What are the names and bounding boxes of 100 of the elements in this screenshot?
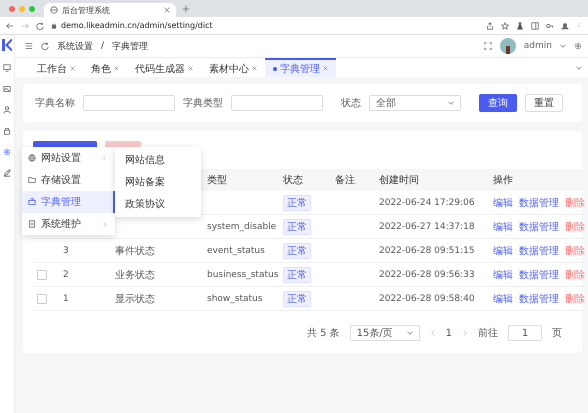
goto-field[interactable]: 1 xyxy=(508,325,542,341)
document-icon xyxy=(28,220,36,228)
submenu-item[interactable]: 政策协议 xyxy=(115,193,201,215)
chevron-left-icon xyxy=(430,330,436,336)
menu-item[interactable]: 字典管理 xyxy=(22,191,115,213)
avatar[interactable] xyxy=(500,38,516,54)
status-select[interactable]: 全部 xyxy=(369,95,461,111)
action-link[interactable]: 数据管理 xyxy=(519,220,559,234)
status-tag: 正常 xyxy=(283,290,311,306)
fullscreen-icon xyxy=(484,42,492,50)
chevron-down-icon xyxy=(448,100,454,106)
image-icon xyxy=(3,85,11,93)
submenu-item[interactable]: 网站信息 xyxy=(115,149,201,171)
monitor-icon xyxy=(3,64,11,72)
action-link[interactable]: 编辑 xyxy=(493,220,513,234)
url-text[interactable]: demo.likeadmin.cn/admin/setting/dict xyxy=(61,21,213,30)
status-tag: 正常 xyxy=(283,194,311,210)
delete-link[interactable]: 删除 xyxy=(565,244,585,258)
field-label: 状态 xyxy=(341,96,361,110)
delete-link[interactable]: 删除 xyxy=(565,196,585,210)
delete-link[interactable]: 删除 xyxy=(565,292,585,306)
action-link[interactable]: 编辑 xyxy=(493,244,513,258)
table-cell: event_status xyxy=(203,239,279,263)
close-icon xyxy=(188,66,193,71)
active-dot-icon xyxy=(273,66,277,70)
close-icon xyxy=(323,66,328,71)
action-link[interactable]: 数据管理 xyxy=(519,268,559,282)
flask-icon xyxy=(516,22,524,30)
table-cell: 2022-06-28 09:56:33 xyxy=(375,263,489,287)
row-checkbox[interactable] xyxy=(37,294,47,304)
delete-link[interactable]: 删除 xyxy=(565,220,585,234)
table-cell: 3 xyxy=(59,239,111,263)
page-unit: 页 xyxy=(552,327,562,340)
reload-icon xyxy=(36,22,44,30)
column-header: 创建时间 xyxy=(375,169,489,191)
status-tag: 正常 xyxy=(283,218,311,234)
page-size-select[interactable]: 15条/页 xyxy=(350,325,420,341)
action-link[interactable]: 编辑 xyxy=(493,196,513,210)
action-link[interactable]: 编辑 xyxy=(493,268,513,282)
table-cell: 2 xyxy=(59,263,111,287)
more-icon xyxy=(576,22,582,28)
settings-icon xyxy=(3,148,11,156)
page-tab[interactable]: 素材中心 xyxy=(201,58,265,77)
goto-label: 前往 xyxy=(478,326,498,340)
table-cell: 2022-06-28 09:58:40 xyxy=(375,287,489,311)
total-count: 共 5 条 xyxy=(306,326,340,340)
menu-item[interactable]: 系统维护 xyxy=(22,213,115,235)
input-field[interactable] xyxy=(83,95,175,111)
search-button[interactable]: 查询 xyxy=(479,94,517,112)
reset-button[interactable]: 重置 xyxy=(525,94,563,112)
field-label: 字典名称 xyxy=(35,96,75,110)
table-cell: show_status xyxy=(203,287,279,311)
table-cell: 2022-06-24 17:29:06 xyxy=(375,191,489,215)
page-tab[interactable]: 角色 xyxy=(83,58,127,77)
chevron-right-icon xyxy=(462,330,468,336)
column-header: 状态 xyxy=(279,169,331,191)
menu-item[interactable]: 网站设置 xyxy=(22,147,115,169)
table-cell: 1 xyxy=(59,287,111,311)
briefcase-icon xyxy=(28,198,36,206)
user-name[interactable]: admin xyxy=(524,41,552,51)
table-cell: 2022-06-28 09:51:15 xyxy=(375,239,489,263)
profile-icon xyxy=(561,22,569,30)
action-link[interactable]: 数据管理 xyxy=(519,292,559,306)
delete-link[interactable]: 删除 xyxy=(565,268,585,282)
user-icon xyxy=(3,106,11,114)
page-tab[interactable]: 代码生成器 xyxy=(127,58,201,77)
forward-icon xyxy=(21,22,29,30)
table-cell: business_status xyxy=(203,263,279,287)
sidebar-icon xyxy=(531,22,539,30)
submenu-item[interactable]: 网站备案 xyxy=(115,171,201,193)
menu-item[interactable]: 存储设置 xyxy=(22,169,115,191)
close-icon xyxy=(252,66,257,71)
pen-icon xyxy=(3,169,11,177)
key-icon xyxy=(546,22,554,30)
field-label: 字典类型 xyxy=(183,96,223,110)
page-number[interactable]: 1 xyxy=(446,328,452,338)
page-tab[interactable]: 工作台 xyxy=(29,58,83,77)
status-tag: 正常 xyxy=(283,242,311,258)
page-tab[interactable]: 字典管理 xyxy=(265,58,336,77)
table-cell: 事件状态 xyxy=(111,239,203,263)
row-checkbox[interactable] xyxy=(37,270,47,280)
action-link[interactable]: 编辑 xyxy=(493,292,513,306)
input-field[interactable] xyxy=(231,95,323,111)
breadcrumb-link[interactable]: 系统设置 xyxy=(57,40,93,52)
window-controls-icon[interactable] xyxy=(8,4,38,12)
status-tag: 正常 xyxy=(283,266,311,282)
close-icon xyxy=(114,66,119,71)
browser-tab[interactable]: 后台管理系统 xyxy=(44,3,176,17)
column-header: 类型 xyxy=(203,169,279,191)
chevron-right-icon xyxy=(102,222,107,226)
chevron-left-icon xyxy=(102,156,107,160)
table-cell: system_disable xyxy=(203,215,279,239)
action-link[interactable]: 数据管理 xyxy=(519,196,559,210)
breadcrumb-separator: / xyxy=(101,41,104,51)
globe-icon xyxy=(28,154,36,162)
settings-icon xyxy=(574,42,582,50)
lock-icon xyxy=(51,22,57,28)
globe-icon xyxy=(50,6,58,14)
plus-icon xyxy=(182,4,190,12)
action-link[interactable]: 数据管理 xyxy=(519,244,559,258)
